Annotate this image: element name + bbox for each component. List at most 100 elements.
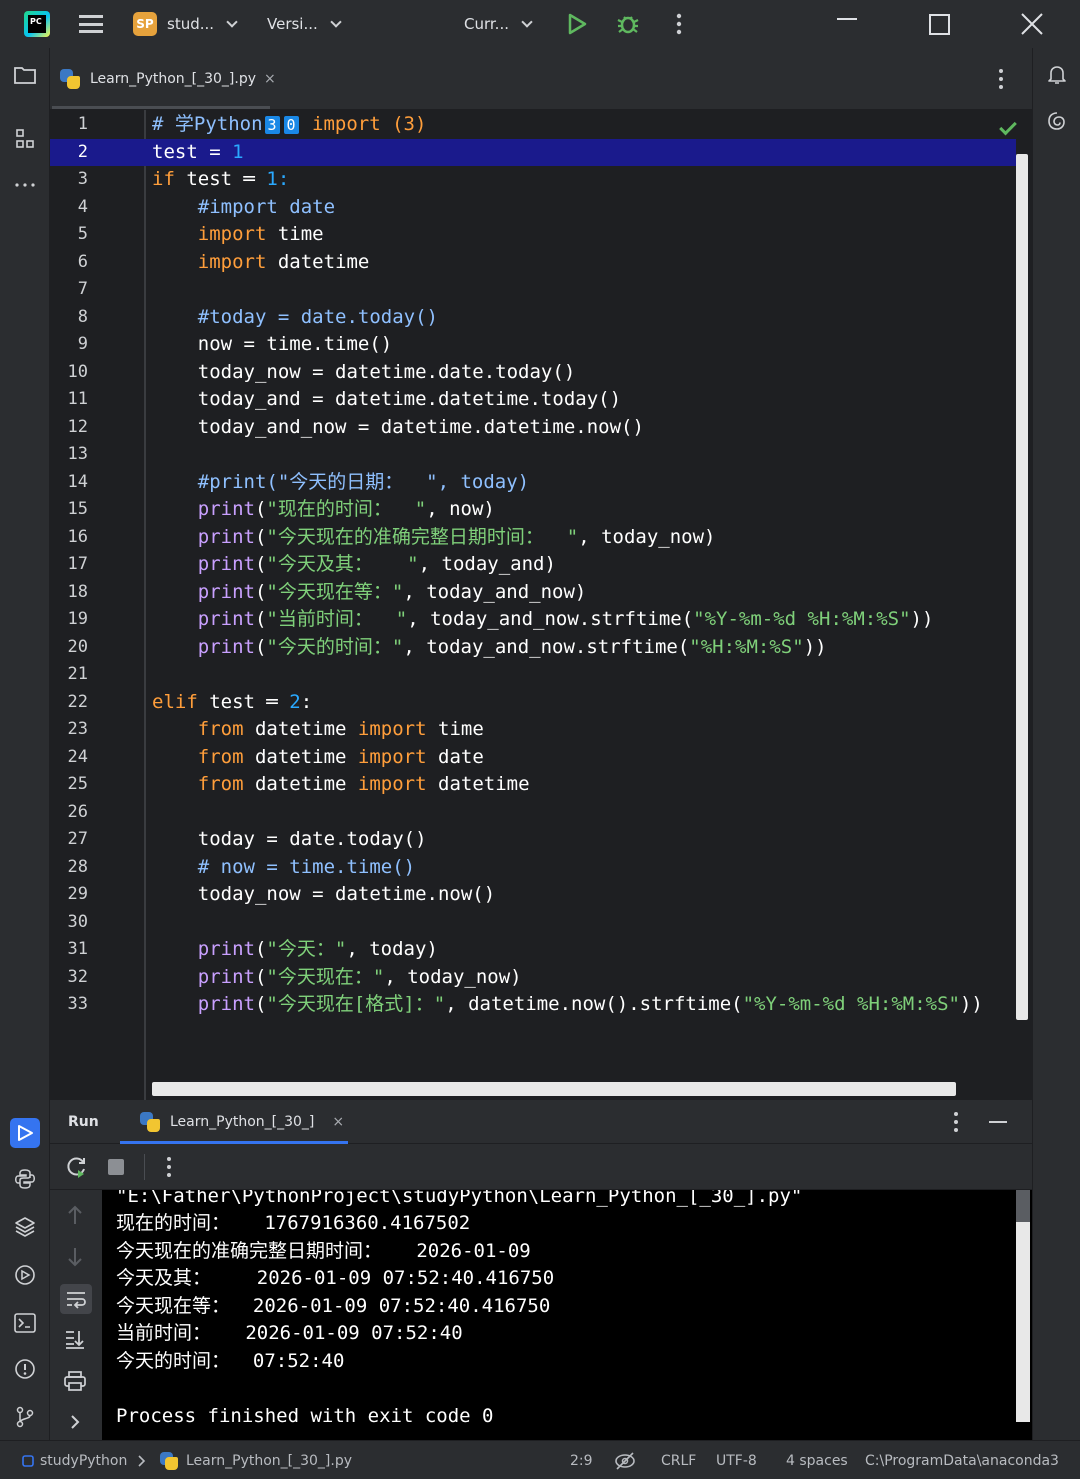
run-config-widget[interactable]: Curr... — [464, 0, 533, 48]
line-separator[interactable]: CRLF — [661, 1441, 696, 1479]
status-bar: studyPython Learn_Python_[_30_].py 2:9 C… — [0, 1440, 1080, 1479]
code-line[interactable]: 26 — [50, 799, 1016, 827]
breadcrumb-project[interactable]: studyPython — [22, 1441, 127, 1479]
code-line[interactable]: 16 print("今天现在的准确完整日期时间： ", today_now) — [50, 524, 1016, 552]
console-line: 今天的时间： 07:52:40 — [116, 1349, 345, 1372]
code-line[interactable]: 20 print("今天的时间：", today_and_now.strftim… — [50, 634, 1016, 662]
run-options-icon[interactable] — [166, 1156, 172, 1178]
code-line[interactable]: 11 today_and = datetime.datetime.today() — [50, 386, 1016, 414]
code-line[interactable]: 23 from datetime import time — [50, 716, 1016, 744]
problems-icon[interactable] — [12, 1356, 38, 1382]
code-line[interactable]: 6 import datetime — [50, 249, 1016, 277]
more-tools-icon[interactable] — [12, 172, 38, 198]
structure-icon[interactable] — [12, 126, 38, 152]
code-line[interactable]: 18 print("今天现在等：", today_and_now) — [50, 579, 1016, 607]
inspection-off-icon[interactable] — [614, 1441, 636, 1479]
vcs-widget[interactable]: Versi... — [267, 0, 342, 48]
python-file-icon — [60, 69, 80, 89]
vertical-scrollbar[interactable] — [1016, 154, 1028, 1020]
code-line[interactable]: 3 if test ═ 1: — [50, 166, 1016, 194]
code-line[interactable]: 10 today_now = datetime.date.today() — [50, 359, 1016, 387]
code-line[interactable]: 14 #print("今天的日期： ", today) — [50, 469, 1016, 497]
hide-panel-icon[interactable] — [988, 1100, 1008, 1144]
code-line[interactable]: 27 today = date.today() — [50, 826, 1016, 854]
close-run-tab-icon[interactable]: × — [332, 1114, 344, 1130]
python-console-icon[interactable] — [12, 1166, 38, 1192]
stop-icon[interactable] — [107, 1158, 125, 1176]
code-line[interactable]: 13 — [50, 441, 1016, 469]
project-badge: SP — [133, 12, 157, 36]
caret-position[interactable]: 2:9 — [570, 1441, 593, 1479]
horizontal-scrollbar[interactable] — [152, 1082, 956, 1096]
code-line[interactable]: 17 print("今天及其： ", today_and) — [50, 551, 1016, 579]
close-tab-icon[interactable]: × — [264, 71, 276, 87]
run-more-icon[interactable] — [953, 1100, 959, 1144]
tab-filename: Learn_Python_[_30_].py — [90, 71, 257, 87]
code-line[interactable]: 4 #import date — [50, 194, 1016, 222]
code-line[interactable]: 31 print("今天：", today) — [50, 936, 1016, 964]
arrow-down-icon[interactable] — [64, 1246, 86, 1268]
console-output[interactable]: "E:\Father\PythonProject\studyPython\Lea… — [102, 1190, 1032, 1440]
tab-more-icon[interactable] — [998, 48, 1004, 110]
code-line[interactable]: 29 today_now = datetime.now() — [50, 881, 1016, 909]
code-line[interactable]: 7 — [50, 276, 1016, 304]
scroll-to-end-icon[interactable] — [64, 1328, 86, 1350]
project-name: stud... — [167, 15, 215, 33]
arrow-up-icon[interactable] — [64, 1204, 86, 1226]
python-interpreter[interactable]: C:\ProgramData\anaconda3 — [865, 1441, 1059, 1479]
editor-tab[interactable]: Learn_Python_[_30_].py × — [58, 48, 276, 110]
right-tool-strip — [1032, 48, 1080, 1440]
console-scrollbar[interactable] — [1016, 1190, 1030, 1422]
code-line[interactable]: 9 now = time.time() — [50, 331, 1016, 359]
rerun-icon[interactable] — [64, 1155, 88, 1179]
ai-assistant-icon[interactable] — [1044, 108, 1070, 134]
maximize-icon[interactable] — [929, 0, 950, 48]
run-tool-icon[interactable] — [10, 1118, 40, 1148]
file-encoding[interactable]: UTF-8 — [716, 1441, 757, 1479]
code-line[interactable]: 21 — [50, 661, 1016, 689]
code-line[interactable]: 22 elif test ═ 2: — [50, 689, 1016, 717]
layers-icon[interactable] — [12, 1214, 38, 1240]
code-editor[interactable]: 1 # 学Python 3 0 import (3) 2 test = 1 3 if te… — [50, 110, 1032, 1100]
print-icon[interactable] — [64, 1370, 86, 1392]
soft-wrap-icon[interactable] — [60, 1284, 92, 1314]
notifications-icon[interactable] — [1044, 62, 1070, 88]
run-icon[interactable] — [566, 0, 588, 48]
console-scrollbar-thumb[interactable] — [1016, 1190, 1030, 1222]
console-line: 今天及其： 2026-01-09 07:52:40.416750 — [116, 1267, 555, 1289]
terminal-icon[interactable] — [12, 1310, 38, 1336]
close-icon[interactable] — [1021, 0, 1043, 48]
run-tab[interactable]: Learn_Python_[_30_] × — [140, 1100, 344, 1144]
code-line[interactable]: 32 print("今天现在：", today_now) — [50, 964, 1016, 992]
pycharm-logo[interactable]: PC — [24, 0, 50, 48]
debug-icon[interactable] — [616, 0, 640, 48]
console-line: Process finished with exit code 0 — [116, 1404, 494, 1427]
code-line[interactable]: 1 # 学Python 3 0 import (3) — [50, 111, 1016, 139]
chevron-right-icon[interactable] — [66, 1412, 84, 1432]
minimize-icon[interactable] — [836, 0, 858, 48]
main-menu-icon[interactable] — [79, 0, 103, 48]
chevron-down-icon — [521, 15, 533, 28]
chevron-down-icon — [226, 15, 238, 28]
code-line[interactable]: 28 # now = time.time() — [50, 854, 1016, 882]
code-line[interactable]: 15 print("现在的时间： ", now) — [50, 496, 1016, 524]
project-widget[interactable]: SP stud... — [133, 0, 238, 48]
code-line[interactable]: 19 print("当前时间： ", today_and_now.strftim… — [50, 606, 1016, 634]
code-line[interactable]: 5 import time — [50, 221, 1016, 249]
code-line[interactable]: 12 today_and_now = datetime.datetime.now… — [50, 414, 1016, 442]
services-icon[interactable] — [12, 1262, 38, 1288]
code-line[interactable]: 24 from datetime import date — [50, 744, 1016, 772]
console-line: 今天现在的准确完整日期时间： 2026-01-09 — [116, 1239, 531, 1262]
more-icon[interactable] — [676, 0, 682, 48]
indent-setting[interactable]: 4 spaces — [786, 1441, 848, 1479]
git-icon[interactable] — [12, 1404, 38, 1430]
code-line[interactable]: 30 — [50, 909, 1016, 937]
count-badge: 0 — [283, 116, 299, 134]
code-line[interactable]: 33 print("今天现在[格式]：", datetime.now().str… — [50, 991, 1016, 1019]
code-line[interactable]: 8 #today = date.today() — [50, 304, 1016, 332]
breadcrumb-chevron-icon — [138, 1441, 146, 1479]
breadcrumb-file[interactable]: Learn_Python_[_30_].py — [160, 1441, 352, 1479]
code-line[interactable]: 25 from datetime import datetime — [50, 771, 1016, 799]
folder-icon[interactable] — [12, 62, 38, 88]
code-line-active[interactable]: 2 test = 1 — [50, 138, 1016, 166]
